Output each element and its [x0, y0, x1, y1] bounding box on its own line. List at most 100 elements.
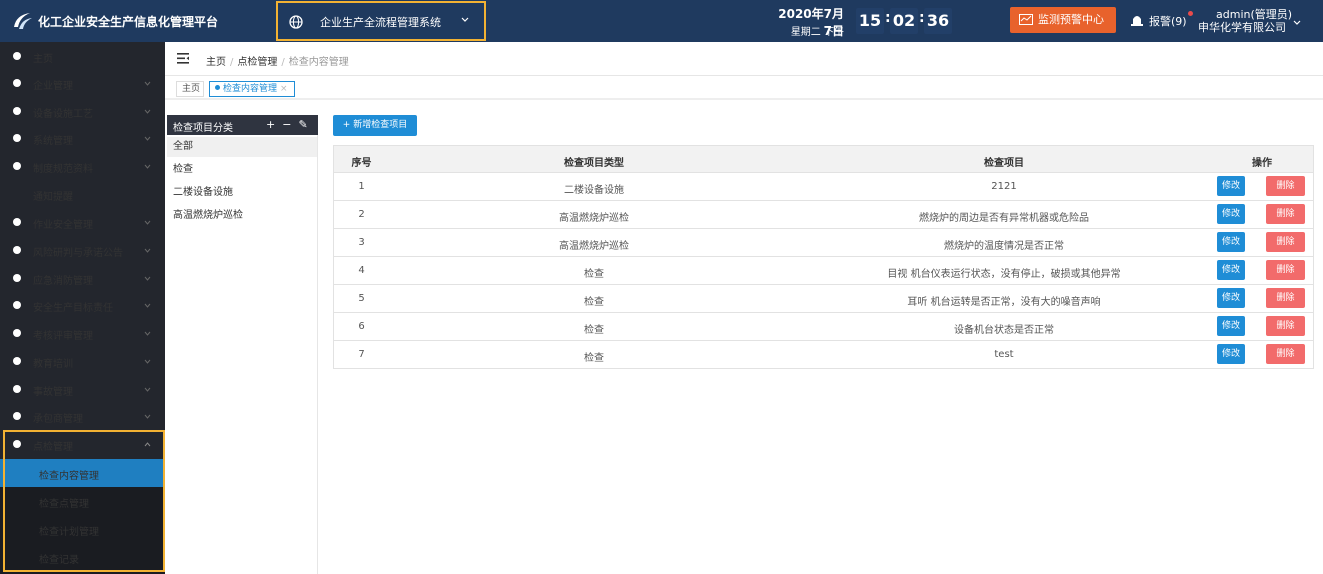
sidebar-item[interactable]: 企业管理	[0, 69, 165, 96]
chevron-down-icon	[144, 162, 151, 169]
delete-button[interactable]: 删除	[1266, 176, 1305, 196]
sidebar-item-label: 主页	[33, 54, 53, 65]
edit-button[interactable]: 修改	[1217, 232, 1245, 252]
edit-button[interactable]: 修改	[1217, 316, 1245, 336]
clock-minutes: 02	[890, 8, 918, 34]
delete-button[interactable]: 删除	[1266, 288, 1305, 308]
edit-button[interactable]: 修改	[1217, 288, 1245, 308]
table-cell: 耳听 机台运转是否正常，没有大的噪音声响	[907, 297, 1101, 308]
table-row: 3 高温燃烧炉巡检 燃烧炉的温度情况是否正常 修改 删除	[333, 229, 1314, 257]
sidebar-item[interactable]: 作业安全管理	[0, 208, 165, 235]
delete-button[interactable]: 删除	[1266, 204, 1305, 224]
sidebar-item[interactable]: 应急消防管理	[0, 264, 165, 291]
sidebar-item[interactable]: 教育培训	[0, 347, 165, 374]
table-row: 1 二楼设备设施 2121 修改 删除	[333, 173, 1314, 201]
sidebar-item[interactable]: 考核评审管理	[0, 319, 165, 346]
table-cell: 2	[358, 209, 365, 220]
remove-category-icon[interactable]: −	[282, 118, 298, 131]
sidebar-item[interactable]: 安全生产目标责任	[0, 291, 165, 318]
sidebar-item[interactable]: 系统管理	[0, 124, 165, 151]
sidebar-item[interactable]: 事故管理	[0, 375, 165, 402]
table-row: 7 检查 test 修改 删除	[333, 341, 1314, 369]
edit-button[interactable]: 修改	[1217, 204, 1245, 224]
category-item[interactable]: 检查	[167, 160, 317, 180]
fire-icon	[12, 273, 22, 283]
close-icon[interactable]: ×	[280, 84, 288, 94]
edit-category-icon[interactable]: ✎	[298, 118, 314, 131]
tabs-bar	[165, 76, 1323, 100]
column-header: 序号	[351, 158, 372, 169]
sidebar-item-label: 考核评审管理	[33, 331, 93, 342]
clock-seconds: 36	[924, 8, 952, 34]
delete-button[interactable]: 删除	[1266, 344, 1305, 364]
table-cell: test	[994, 349, 1014, 360]
chevron-down-icon	[461, 17, 469, 22]
sidebar-item[interactable]: 点检管理	[0, 430, 165, 457]
user-company[interactable]: 申华化学有限公司	[1198, 19, 1286, 35]
sidebar-subitem[interactable]: 检查记录	[0, 543, 165, 571]
system-select[interactable]: 企业生产全流程管理系统	[276, 1, 486, 41]
category-title: 检查项目分类	[173, 123, 233, 134]
sidebar-subitem[interactable]: 检查内容管理	[0, 459, 165, 487]
top-header: 化工企业安全生产信息化管理平台 企业生产全流程管理系统 2020年7月7日 星期…	[0, 0, 1323, 42]
edit-button[interactable]: 修改	[1217, 176, 1245, 196]
user-icon	[12, 356, 22, 366]
tab-label: 检查内容管理	[223, 84, 278, 94]
alarm-bell-icon[interactable]	[1130, 13, 1144, 27]
sidebar-item[interactable]: 承包商管理	[0, 402, 165, 429]
delete-button[interactable]: 删除	[1266, 316, 1305, 336]
table-cell: 检查	[584, 325, 604, 336]
monitor-center-button[interactable]: 监测预警中心	[1010, 7, 1116, 33]
sidebar-item[interactable]: 风险研判与承诺公告	[0, 236, 165, 263]
add-category-icon[interactable]: +	[266, 118, 282, 131]
breadcrumb-parent[interactable]: 点检管理	[237, 57, 277, 68]
active-dot	[215, 85, 220, 90]
column-header: 操作	[1252, 158, 1272, 169]
sidebar-subitem[interactable]: 检查计划管理	[0, 515, 165, 543]
column-header: 检查项目	[984, 158, 1024, 169]
category-item[interactable]: 全部	[167, 137, 317, 157]
sidebar-item-label: 系统管理	[33, 136, 73, 147]
sidebar-item[interactable]: 通知提醒	[0, 180, 165, 207]
sidebar-subitem-label: 检查点管理	[39, 499, 89, 510]
chevron-down-icon	[144, 246, 151, 253]
edit-button[interactable]: 修改	[1217, 260, 1245, 280]
tab-inspection-content[interactable]: 检查内容管理 ×	[209, 81, 295, 97]
sidebar-item-label: 事故管理	[33, 387, 73, 398]
category-header: 检查项目分类 +−✎	[167, 115, 318, 135]
sidebar-item-label: 安全生产目标责任	[33, 303, 113, 314]
globe-icon	[289, 15, 303, 29]
table-cell: 二楼设备设施	[564, 185, 624, 196]
category-item[interactable]: 高温燃烧炉巡检	[167, 206, 317, 226]
table-row: 2 高温燃烧炉巡检 燃烧炉的周边是否有异常机器或危险品 修改 删除	[333, 201, 1314, 229]
edit-icon	[12, 439, 22, 449]
category-item[interactable]: 二楼设备设施	[167, 183, 317, 203]
breadcrumb-current: 检查内容管理	[288, 57, 349, 68]
menu-toggle-icon[interactable]	[177, 53, 189, 64]
breadcrumb-home[interactable]: 主页	[206, 57, 226, 68]
alarm-link[interactable]: 报警(9)	[1149, 13, 1187, 29]
table-cell: 燃烧炉的温度情况是否正常	[944, 241, 1064, 252]
alarm-badge	[1188, 11, 1193, 16]
sidebar-item[interactable]: 制度规范资料	[0, 152, 165, 179]
delete-button[interactable]: 删除	[1266, 260, 1305, 280]
table-header: 序号 检查项目类型 检查项目 操作	[333, 145, 1314, 173]
sidebar-item-label: 应急消防管理	[33, 276, 93, 287]
sidebar-item[interactable]: 设备设施工艺	[0, 97, 165, 124]
sidebar-item-label: 制度规范资料	[33, 164, 93, 175]
sidebar-subitem[interactable]: 检查点管理	[0, 487, 165, 515]
sidebar-item-label: 教育培训	[33, 359, 73, 370]
sidebar-subitem-label: 检查记录	[39, 555, 79, 566]
table-cell: 3	[358, 237, 365, 248]
tab-home[interactable]: 主页	[176, 81, 204, 97]
add-inspection-item-button[interactable]: + 新增检查项目	[333, 115, 417, 136]
chevron-down-icon[interactable]	[1292, 18, 1302, 28]
chevron-down-icon	[144, 218, 151, 225]
edit-button[interactable]: 修改	[1217, 344, 1245, 364]
chevron-down-icon	[144, 357, 151, 364]
delete-button[interactable]: 删除	[1266, 232, 1305, 252]
chevron-down-icon	[144, 274, 151, 281]
sidebar-item[interactable]: 主页	[0, 42, 165, 69]
clock-hours: 15	[856, 8, 884, 34]
book-icon	[12, 161, 22, 171]
